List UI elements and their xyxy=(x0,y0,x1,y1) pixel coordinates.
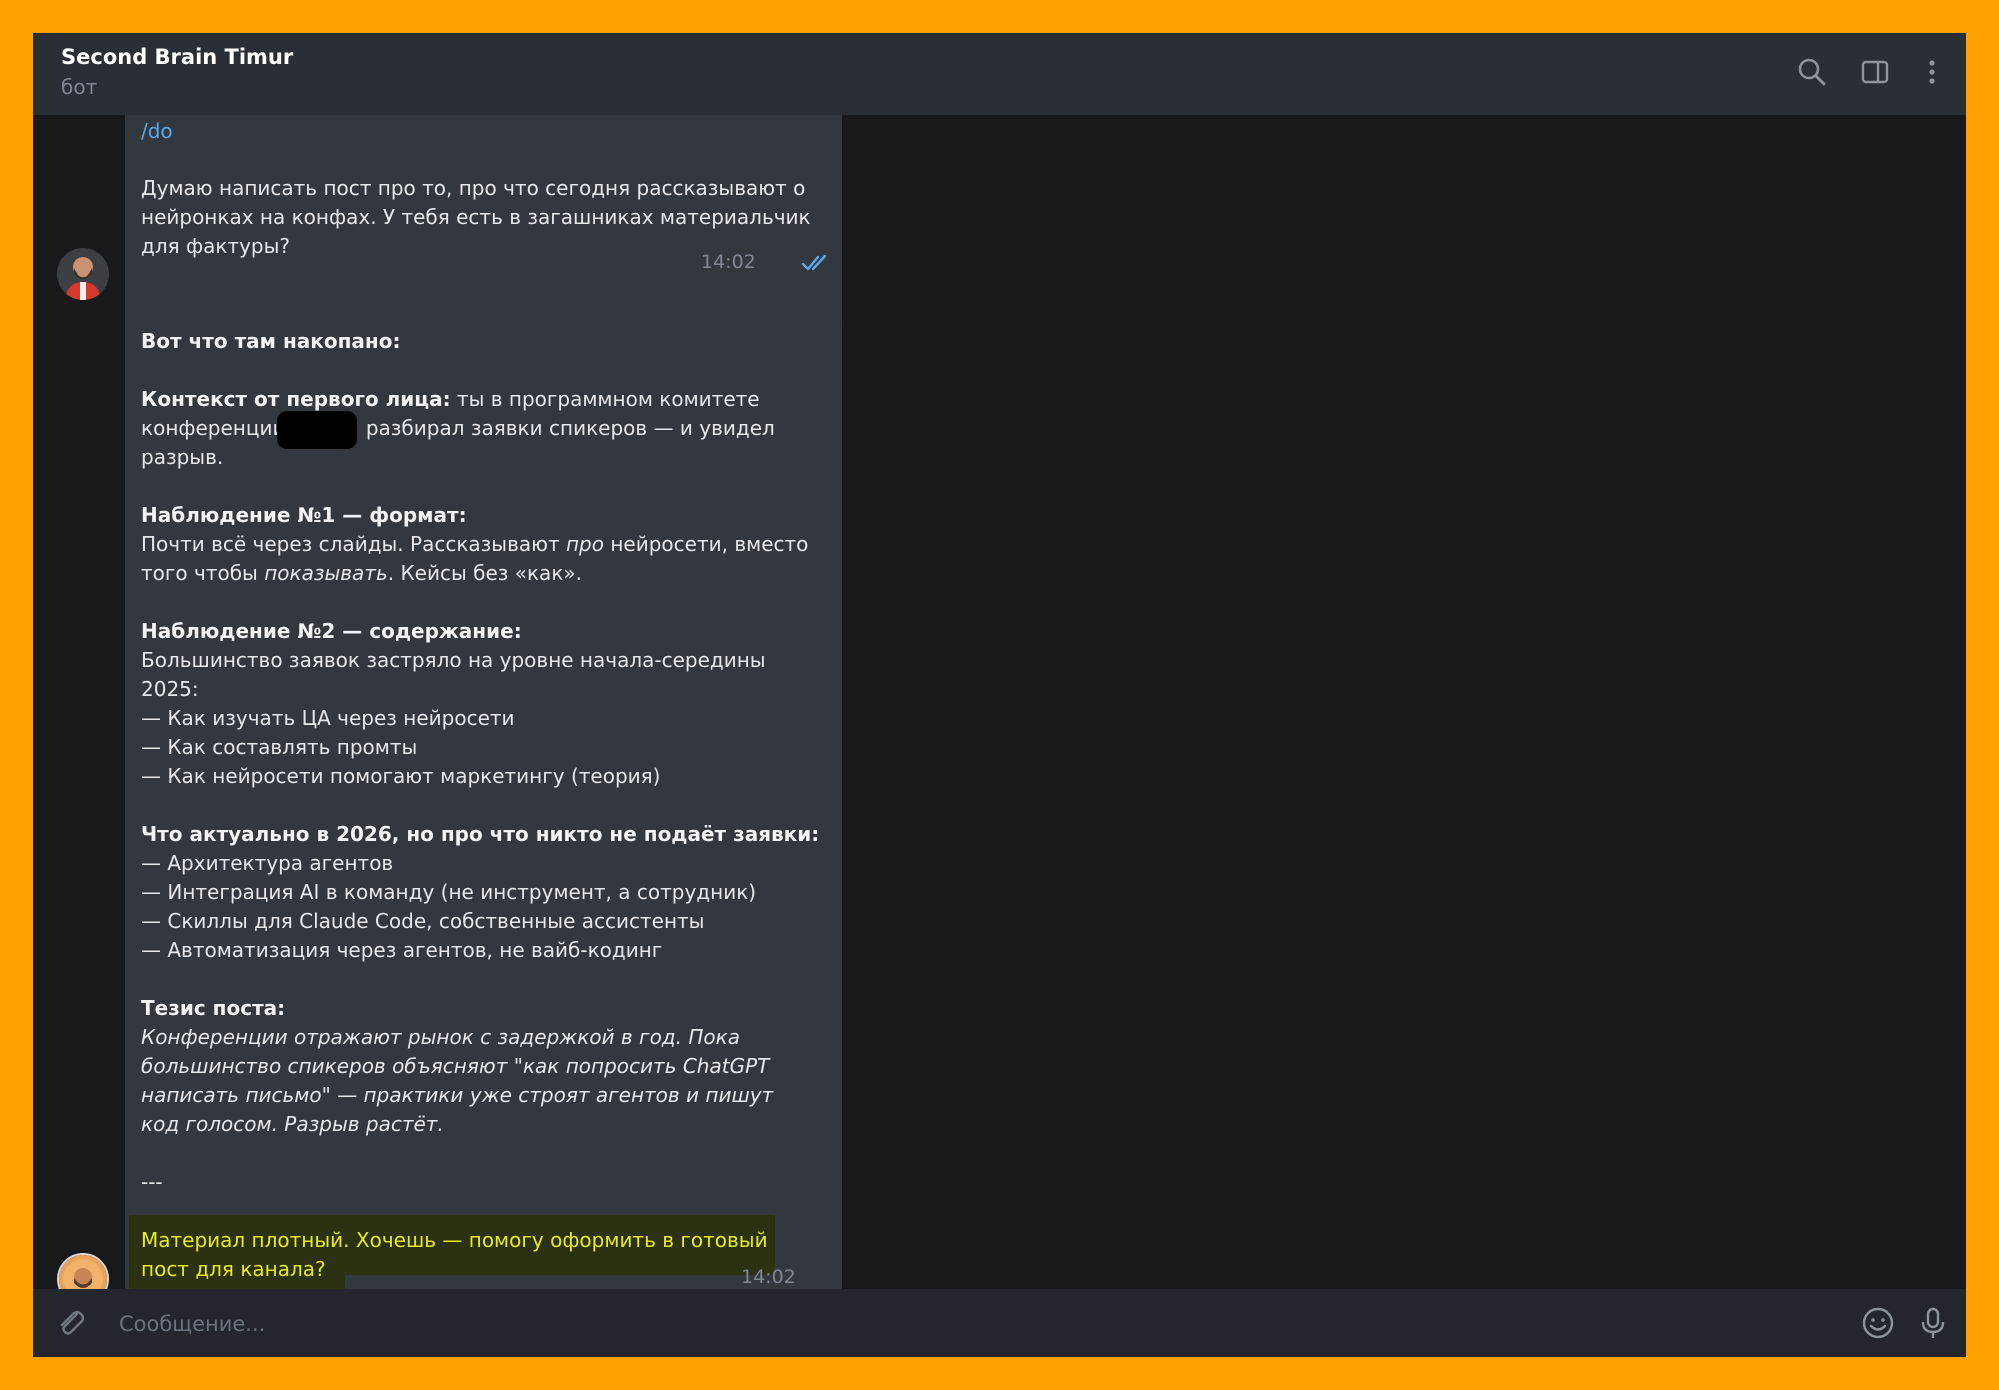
message-line: Почти всё через слайды. Рассказывают про… xyxy=(141,532,809,556)
message-line: Думаю написать пост про то, про что сего… xyxy=(141,176,806,200)
message-line: — Автоматизация через агентов, не вайб-к… xyxy=(141,938,663,962)
message-line: — Архитектура агентов xyxy=(141,851,394,875)
message-line: написать письмо" — практики уже строят а… xyxy=(141,1083,774,1107)
messages-area: /do Думаю написать пост про то, про что … xyxy=(33,115,1966,1289)
message-heading: Вот что там накопано: xyxy=(141,329,401,353)
chat-window: /do Думаю написать пост про то, про что … xyxy=(33,33,1966,1357)
message-time: 14:02 xyxy=(701,251,756,273)
message-line: конференции разбирал заявки спикеров — и… xyxy=(141,416,775,440)
message-line: Большинство заявок застряло на уровне на… xyxy=(141,648,766,672)
message-time: 14:02 xyxy=(741,1266,796,1288)
command-link[interactable]: /do xyxy=(141,117,830,146)
message-heading: Что актуально в 2026, но про что никто н… xyxy=(141,822,820,846)
double-check-icon xyxy=(801,254,827,271)
message-line: большинство спикеров объясняют "как попр… xyxy=(141,1054,770,1078)
avatar-user[interactable] xyxy=(57,248,109,300)
separator: --- xyxy=(141,1170,163,1194)
message-heading: Тезис поста: xyxy=(141,996,286,1020)
microphone-icon[interactable] xyxy=(1915,1305,1951,1341)
message-line: пост для канала? xyxy=(141,1257,326,1281)
message-line: — Интеграция AI в команду (не инструмент… xyxy=(141,880,757,904)
search-icon[interactable] xyxy=(1795,55,1829,89)
message-line: Контекст от первого лица: ты в программн… xyxy=(141,387,760,411)
message-line: код голосом. Разрыв растёт. xyxy=(141,1112,444,1136)
message-line: — Как составлять промты xyxy=(141,735,418,759)
sidebar-toggle-icon[interactable] xyxy=(1858,55,1892,89)
chat-header: Second Brain Timur бот xyxy=(33,33,1966,115)
chat-title[interactable]: Second Brain Timur xyxy=(61,45,293,69)
message-line: Конференции отражают рынок с задержкой в… xyxy=(141,1025,740,1049)
message-line: того чтобы показывать. Кейсы без «как». xyxy=(141,561,582,585)
more-vertical-icon[interactable] xyxy=(1915,55,1949,89)
message-line: Материал плотный. Хочешь — помогу оформи… xyxy=(141,1228,768,1252)
message-line: 2025: xyxy=(141,677,199,701)
message-composer xyxy=(33,1289,1966,1357)
message-line: — Скиллы для Claude Code, собственные ас… xyxy=(141,909,705,933)
chat-subtitle: бот xyxy=(61,75,98,99)
message-line: нейронках на конфах. У тебя есть в загаш… xyxy=(141,205,811,229)
attach-icon[interactable] xyxy=(53,1305,89,1341)
message-bubble-incoming: Вот что там накопано: Контекст от первог… xyxy=(125,315,842,1289)
message-line: — Как нейросети помогают маркетингу (тео… xyxy=(141,764,661,788)
message-input[interactable] xyxy=(117,1305,1721,1343)
message-heading: Наблюдение №1 — формат: xyxy=(141,503,467,527)
message-heading: Наблюдение №2 — содержание: xyxy=(141,619,522,643)
emoji-icon[interactable] xyxy=(1860,1305,1896,1341)
message-line: — Как изучать ЦА через нейросети xyxy=(141,706,515,730)
message-line: разрыв. xyxy=(141,445,224,469)
avatar-bot[interactable] xyxy=(57,1253,109,1289)
